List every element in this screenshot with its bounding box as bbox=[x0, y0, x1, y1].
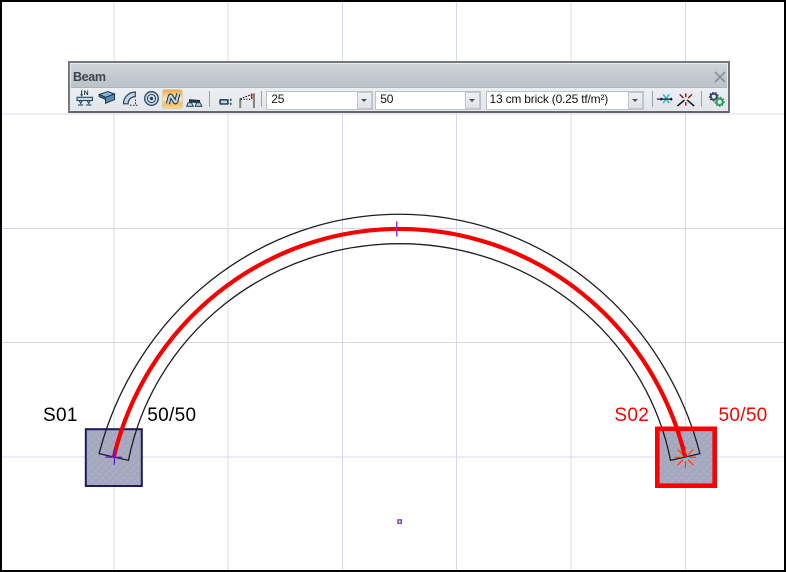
svg-text:N: N bbox=[83, 90, 88, 97]
